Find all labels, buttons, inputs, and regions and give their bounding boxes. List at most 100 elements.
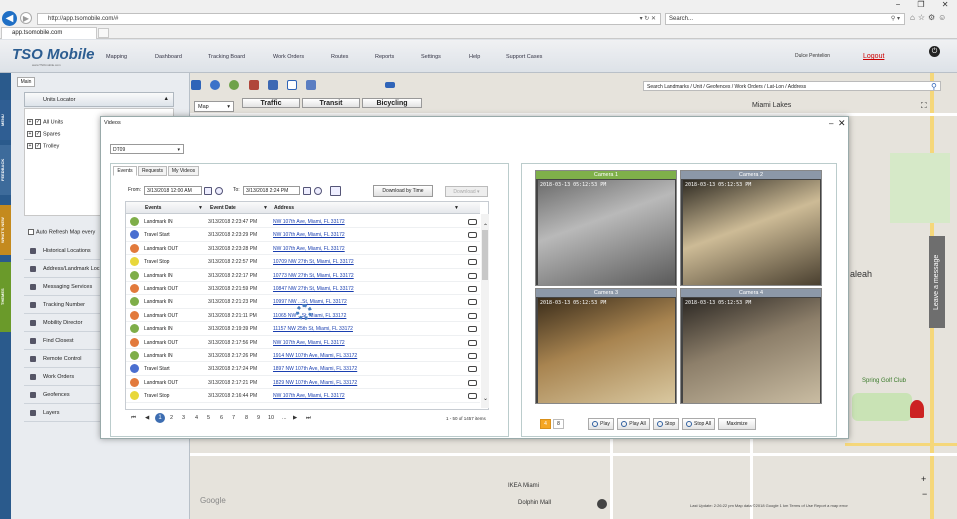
camera-tile[interactable]: Camera 4 2018-03-13 05:12:53 PM [680, 288, 822, 404]
calendar-icon[interactable] [303, 187, 311, 195]
filter-icon[interactable]: ▼ [198, 205, 203, 211]
camera-icon[interactable] [468, 245, 477, 252]
grid-scroll-thumb[interactable] [482, 230, 488, 280]
layers-map-icon[interactable] [385, 82, 395, 88]
camera-icon[interactable] [468, 219, 477, 225]
event-address-link[interactable]: 10773 NW 27th St, Miami, FL 33172 [273, 273, 354, 279]
event-address-link[interactable]: NW 107th Ave, Miami, FL 33172 [273, 232, 345, 238]
table-row[interactable]: Travel Stop 3/13/2018 2:16:44 PM NW 107th … [126, 389, 480, 403]
camera-tile[interactable]: Camera 1 2018-03-13 05:12:53 PM [535, 170, 677, 286]
auto-refresh-checkbox[interactable] [28, 229, 34, 235]
page-7[interactable]: 7 [232, 415, 235, 421]
street-view-icon[interactable] [910, 400, 924, 418]
nav-help[interactable]: Help [469, 54, 480, 60]
back-button[interactable]: ◀ [2, 11, 17, 26]
unit-select[interactable]: DT09 ▾ [110, 144, 184, 154]
prev-page-icon[interactable]: ◀ [145, 415, 149, 421]
event-address-link[interactable]: NW 107th Ave, Miami, FL 33172 [273, 246, 345, 252]
table-row[interactable]: Landmark IN 3/13/2018 2:23:47 PM NW 107th … [126, 215, 480, 229]
column-events[interactable]: Events [145, 205, 161, 211]
tab-my-videos[interactable]: My Videos [168, 166, 199, 176]
close-window-button[interactable]: ✕ [942, 0, 949, 10]
search-icon[interactable]: ⚲ ▾ [891, 15, 900, 22]
browser-tab[interactable]: app.tsomobile.com [1, 27, 97, 39]
camera-icon[interactable] [468, 312, 477, 319]
table-row[interactable]: Landmark IN 3/13/2018 2:17:26 PM 1914 NW 1… [126, 349, 480, 363]
refresh-icon[interactable]: ▾ ↻ ✕ [640, 15, 656, 22]
camera-icon[interactable] [468, 366, 477, 373]
event-address-link[interactable]: NW 107th Ave, Miami, FL 33172 [273, 340, 345, 346]
nav-settings[interactable]: Settings [421, 54, 441, 60]
vtab-feedback[interactable]: FEEDBACK [0, 145, 11, 195]
table-row[interactable]: Landmark OUT 3/13/2018 2:17:56 PM NW 107th… [126, 336, 480, 349]
vtab-menu[interactable]: MENU [0, 100, 11, 140]
event-address-link[interactable]: 1897 NW 107th Ave, Miami, FL 33172 [273, 366, 357, 372]
fullscreen-icon[interactable]: ⛶ [921, 101, 927, 111]
expand-icon[interactable]: + [27, 143, 33, 149]
layout-4-button[interactable]: 4 [540, 419, 551, 429]
vtab-themes[interactable]: THEMES [0, 262, 11, 332]
nav-routes[interactable]: Routes [331, 54, 348, 60]
collapse-icon[interactable]: ▲ [164, 96, 169, 102]
last-page-icon[interactable]: ⏭ [306, 415, 311, 422]
power-icon[interactable]: ⏻ [929, 46, 940, 57]
refresh-map-icon[interactable] [210, 80, 220, 90]
user-name[interactable]: Dulce Pentelion [795, 53, 830, 59]
column-event-date[interactable]: Event Date [210, 205, 236, 211]
clock-icon[interactable] [314, 187, 322, 195]
layout-8-button[interactable]: 8 [553, 419, 564, 429]
table-row[interactable]: Travel Start 3/13/2018 2:17:24 PM 1897 NW … [126, 362, 480, 376]
tree-trolley[interactable]: + ✓ Trolley [27, 143, 59, 149]
map-type-select[interactable]: Map ▾ [194, 101, 234, 112]
stop-button[interactable]: Stop [653, 418, 679, 430]
maximize-button[interactable]: ❐ [917, 0, 924, 10]
tools-icon[interactable] [268, 80, 278, 90]
table-row[interactable]: Landmark OUT 3/13/2018 2:21:59 PM 10847 NW… [126, 282, 480, 296]
nav-support-cases[interactable]: Support Cases [506, 54, 542, 60]
target-icon[interactable] [306, 80, 316, 90]
table-row[interactable]: Landmark IN 3/13/2018 2:22:17 PM 10773 NW … [126, 269, 480, 282]
page-9[interactable]: 9 [257, 415, 260, 421]
tab-requests[interactable]: Requests [138, 166, 167, 176]
vtab-whats-new[interactable]: WHAT'S NEW [0, 205, 11, 255]
nav-mapping[interactable]: Mapping [106, 54, 127, 60]
table-row[interactable]: Travel Start 3/13/2018 2:23:29 PM NW 107th… [126, 228, 480, 242]
zoom-out-icon[interactable]: − [922, 489, 927, 499]
search-events-icon[interactable] [330, 186, 341, 196]
camera-icon[interactable] [468, 299, 477, 306]
event-address-link[interactable]: 1914 NW 107th Ave, Miami, FL 33172 [273, 353, 357, 359]
checkbox[interactable]: ✓ [35, 143, 41, 149]
page-3[interactable]: 3 [182, 415, 185, 421]
camera-icon[interactable] [468, 286, 477, 292]
column-address[interactable]: Address [274, 205, 294, 211]
minimize-dialog-icon[interactable]: – [829, 119, 833, 128]
new-tab-button[interactable] [98, 28, 109, 38]
from-date-input[interactable]: 3/13/2018 12:00 AM [144, 186, 202, 195]
map-search-icon[interactable]: ⚲ [931, 82, 937, 91]
page-4[interactable]: 4 [195, 415, 198, 421]
zoom-in-icon[interactable]: + [921, 474, 926, 484]
event-address-link[interactable]: 1829 NW 107th Ave, Miami, FL 33172 [273, 380, 357, 386]
globe-icon[interactable] [229, 80, 239, 90]
table-row[interactable]: Travel Stop 3/13/2018 2:22:57 PM 10709 NW … [126, 255, 480, 269]
filter-icon[interactable]: ▼ [454, 205, 459, 211]
expand-icon[interactable]: + [27, 131, 33, 137]
scroll-up-icon[interactable]: ⌃ [483, 223, 488, 230]
traffic-button[interactable]: Traffic [242, 98, 300, 108]
clock-icon[interactable] [215, 187, 223, 195]
browser-toolbar-icons[interactable]: ⌂☆⚙☺ [910, 13, 949, 22]
play-all-button[interactable]: Play All [617, 418, 650, 430]
home-icon[interactable] [191, 80, 201, 90]
forward-button[interactable]: ▶ [20, 12, 32, 24]
camera-icon[interactable] [468, 272, 477, 279]
maximize-button[interactable]: Maximize [718, 418, 756, 430]
event-address-link[interactable]: NW 107th Ave, Miami, FL 33172 [273, 393, 345, 399]
camera-icon[interactable] [468, 339, 477, 346]
expand-icon[interactable]: + [27, 119, 33, 125]
event-address-link[interactable]: 11157 NW 25th St, Miami, FL 33172 [273, 326, 353, 332]
to-date-input[interactable]: 3/13/2018 2:24 PM [243, 186, 300, 195]
camera-icon[interactable] [468, 379, 477, 386]
camera-icon[interactable] [468, 232, 477, 239]
select-icon[interactable] [287, 80, 297, 90]
ruler-icon[interactable] [249, 80, 259, 90]
